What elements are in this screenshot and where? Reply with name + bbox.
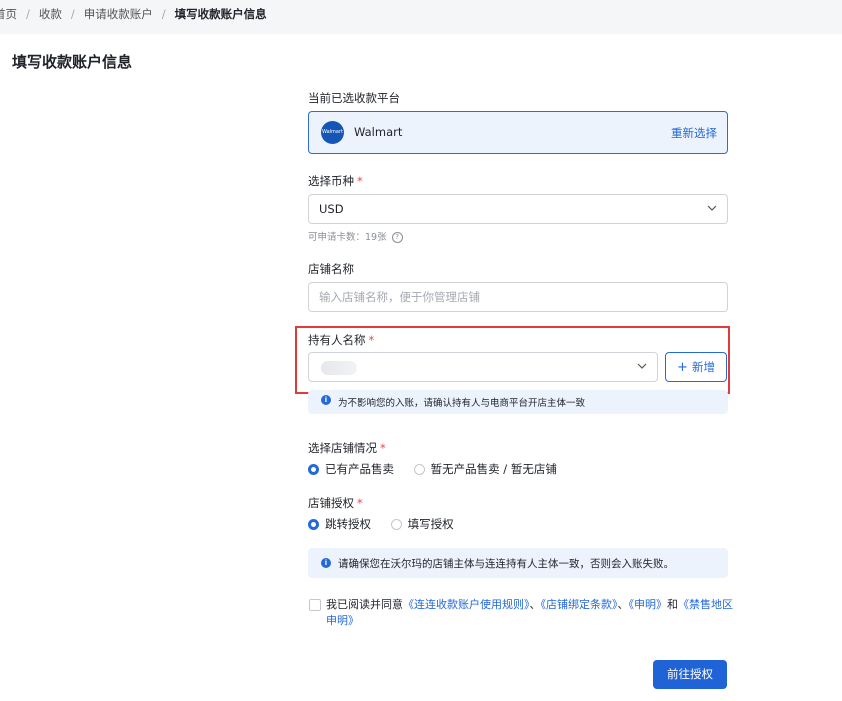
radio-unchecked-icon	[413, 463, 425, 475]
breadcrumb-separator: /	[70, 7, 75, 21]
agreement-prefix: 我已阅读并同意	[326, 598, 403, 611]
agreement-separator: 、	[529, 598, 541, 611]
page-title: 填写收款账户信息	[12, 53, 133, 71]
currency-label: 选择币种 *	[308, 173, 363, 189]
store-name-input[interactable]	[308, 282, 728, 312]
go-authorize-button[interactable]: 前往授权	[653, 660, 727, 689]
breadcrumb-separator: /	[26, 7, 30, 21]
info-icon: i	[321, 558, 331, 568]
radio-redirect-auth[interactable]: 跳转授权	[308, 516, 371, 532]
store-status-label: 选择店铺情况 *	[308, 440, 386, 456]
auth-notice-text: 请确保您在沃尔玛的店铺主体与连连持有人主体一致，否则会入账失败。	[338, 558, 674, 570]
required-mark: *	[368, 333, 375, 347]
breadcrumb: 首页 / 收款 / 申请收款账户 / 填写收款账户信息	[0, 6, 267, 22]
link-statement[interactable]: 《申明》	[629, 598, 668, 611]
masked-holder-value	[321, 361, 357, 375]
required-mark: *	[357, 174, 363, 188]
agreement-text: 我已阅读并同意《连连收款账户使用规则》、《店铺绑定条款》、《申明》和《禁售地区申…	[326, 597, 736, 629]
top-bar: 首页 / 收款 / 申请收款账户 / 填写收款账户信息	[0, 0, 842, 34]
store-status-label-text: 选择店铺情况	[308, 441, 377, 455]
add-holder-label: 新增	[691, 360, 715, 374]
link-account-rules[interactable]: 《连连收款账户使用规则》	[403, 598, 530, 611]
holder-notice-text: 为不影响您的入账，请确认持有人与电商平台开店主体一致	[338, 398, 586, 409]
question-icon[interactable]: ?	[391, 232, 403, 243]
walmart-logo-icon: Walmart	[321, 121, 344, 144]
holder-notice: i 为不影响您的入账，请确认持有人与电商平台开店主体一致	[308, 390, 728, 414]
platform-label: 当前已选收款平台	[308, 91, 400, 105]
required-mark: *	[380, 441, 386, 455]
store-auth-label: 店铺授权 *	[308, 495, 363, 511]
store-status-radio-group: 已有产品售卖 暂无产品售卖 / 暂无店铺	[308, 461, 573, 478]
plus-icon: +	[677, 360, 688, 375]
required-mark: *	[357, 496, 363, 510]
radio-fill-auth[interactable]: 填写授权	[390, 516, 454, 532]
holder-label-text: 持有人名称	[308, 333, 366, 347]
agreement-and: 和	[667, 598, 678, 611]
agreement-checkbox[interactable]	[309, 599, 321, 611]
info-icon: i	[321, 395, 331, 405]
reselect-platform-link[interactable]: 重新选择	[671, 125, 717, 141]
radio-checked-icon	[308, 518, 319, 530]
radio-label: 跳转授权	[325, 517, 371, 531]
radio-no-products[interactable]: 暂无产品售卖 / 暂无店铺	[413, 461, 557, 477]
radio-checked-icon	[308, 463, 319, 475]
breadcrumb-collect[interactable]: 收款	[39, 6, 62, 22]
store-name-label: 店铺名称	[308, 262, 354, 276]
store-auth-label-text: 店铺授权	[308, 496, 354, 510]
currency-select[interactable]: USD	[308, 194, 728, 224]
radio-label: 填写授权	[407, 517, 454, 531]
currency-label-text: 选择币种	[308, 174, 354, 188]
holder-label: 持有人名称 *	[308, 332, 374, 348]
radio-label: 已有产品售卖	[325, 462, 394, 476]
radio-label: 暂无产品售卖 / 暂无店铺	[430, 462, 557, 476]
platform-name: Walmart	[354, 125, 403, 139]
breadcrumb-apply-account[interactable]: 申请收款账户	[84, 6, 153, 22]
radio-has-products[interactable]: 已有产品售卖	[308, 461, 394, 477]
chevron-down-icon	[637, 363, 647, 369]
add-holder-button[interactable]: + 新增	[665, 352, 727, 382]
auth-notice: i 请确保您在沃尔玛的店铺主体与连连持有人主体一致，否则会入账失败。	[308, 548, 728, 578]
store-auth-radio-group: 跳转授权 填写授权	[308, 516, 470, 533]
breadcrumb-home[interactable]: 首页	[0, 6, 17, 22]
holder-select[interactable]	[308, 352, 658, 382]
selected-platform-card: Walmart Walmart 重新选择	[308, 111, 728, 154]
breadcrumb-current: 填写收款账户信息	[174, 7, 267, 21]
radio-unchecked-icon	[390, 518, 402, 530]
agreement-separator: 、	[617, 598, 629, 611]
currency-value: USD	[319, 202, 344, 216]
chevron-down-icon	[707, 205, 717, 211]
card-quota-helper: 可申请卡数：19张?	[308, 229, 403, 243]
card-quota-text: 可申请卡数：19张	[308, 232, 387, 243]
breadcrumb-separator: /	[161, 7, 166, 21]
link-store-binding-terms[interactable]: 《店铺绑定条款》	[541, 598, 618, 611]
